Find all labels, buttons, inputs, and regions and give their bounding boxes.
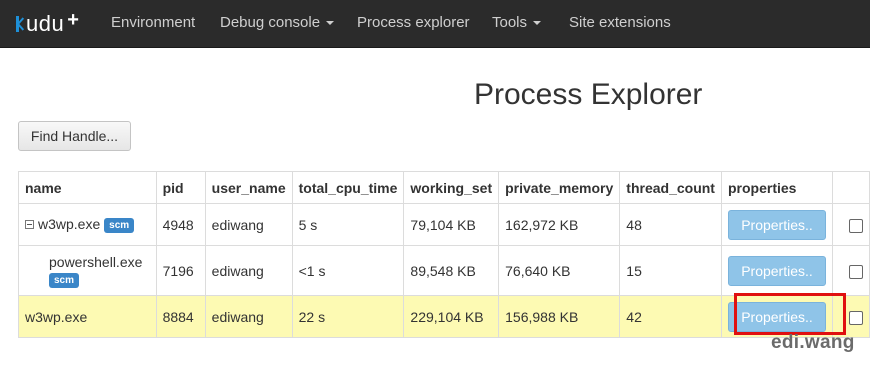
column-header-thread-count: thread_count — [619, 171, 722, 204]
select-cell — [831, 245, 870, 296]
properties-cell: Properties.. — [720, 203, 833, 246]
select-cell — [831, 203, 870, 246]
properties-button[interactable]: Properties.. — [727, 209, 826, 240]
working-set-cell: 79,104 KB — [403, 203, 500, 246]
collapse-minus-icon[interactable] — [25, 219, 34, 229]
find-handle-button[interactable]: Find Handle... — [18, 121, 131, 151]
column-header-select — [831, 171, 870, 204]
row-checkbox[interactable] — [848, 218, 863, 233]
column-header-user-name: user_name — [204, 171, 293, 204]
nav-tools-label: Tools — [492, 14, 528, 31]
working-set-cell: 89,548 KB — [403, 245, 500, 296]
pid-cell: 4948 — [155, 203, 206, 246]
table-row: w3wp.exe scm 4948 ediwang 5 s 79,104 KB … — [18, 203, 870, 246]
cpu-time-cell: <1 s — [291, 245, 405, 296]
annotation-highlight-box — [734, 293, 846, 335]
process-name: powershell.exe — [49, 253, 143, 270]
table-row: powershell.exe scm 7196 ediwang <1 s 89,… — [18, 245, 870, 296]
working-set-cell: 229,104 KB — [403, 295, 500, 338]
process-name-cell: w3wp.exe — [18, 295, 157, 338]
column-header-working-set: working_set — [403, 171, 500, 204]
process-name-cell: powershell.exe scm — [18, 245, 157, 296]
column-header-properties: properties — [720, 171, 833, 204]
top-navbar: udu + Environment Debug console Process … — [0, 0, 870, 48]
row-checkbox[interactable] — [848, 264, 863, 279]
nav-site-extensions[interactable]: Site extensions — [569, 0, 671, 46]
nav-process-explorer-label: Process explorer — [357, 14, 470, 31]
nav-environment-label: Environment — [111, 14, 196, 31]
watermark: edi.wang — [771, 332, 855, 353]
scm-badge: scm — [49, 273, 80, 289]
pid-cell: 8884 — [155, 295, 206, 338]
kudu-logo[interactable]: udu + — [16, 9, 79, 36]
thread-count-cell: 15 — [619, 245, 722, 296]
user-name-cell: ediwang — [204, 295, 293, 338]
nav-environment[interactable]: Environment — [111, 0, 195, 46]
row-checkbox[interactable] — [848, 310, 863, 325]
thread-count-cell: 42 — [619, 295, 722, 338]
thread-count-cell: 48 — [619, 203, 722, 246]
properties-cell: Properties.. — [720, 245, 833, 296]
nav-tools[interactable]: Tools — [492, 0, 542, 46]
brand-plus: + — [67, 9, 79, 31]
page-title: Process Explorer — [474, 78, 703, 111]
kudu-k-icon — [16, 15, 25, 33]
cpu-time-cell: 22 s — [291, 295, 405, 338]
cpu-time-cell: 5 s — [291, 203, 405, 246]
column-header-total-cpu-time: total_cpu_time — [291, 171, 405, 204]
caret-down-icon — [326, 21, 335, 26]
user-name-cell: ediwang — [204, 203, 293, 246]
nav-debug-console-label: Debug console — [220, 14, 321, 31]
pid-cell: 7196 — [155, 245, 206, 296]
private-memory-cell: 76,640 KB — [498, 245, 621, 296]
private-memory-cell: 156,988 KB — [498, 295, 621, 338]
private-memory-cell: 162,972 KB — [498, 203, 621, 246]
column-header-name: name — [18, 171, 157, 204]
column-header-private-memory: private_memory — [498, 171, 621, 204]
nav-process-explorer[interactable]: Process explorer — [357, 0, 470, 46]
process-name-cell: w3wp.exe scm — [18, 203, 157, 246]
properties-button[interactable]: Properties.. — [727, 255, 826, 286]
process-name: w3wp.exe — [38, 216, 101, 233]
column-header-pid: pid — [155, 171, 206, 204]
caret-down-icon — [533, 21, 542, 26]
table-header-row: name pid user_name total_cpu_time workin… — [18, 171, 870, 204]
user-name-cell: ediwang — [204, 245, 293, 296]
nav-debug-console[interactable]: Debug console — [220, 0, 335, 46]
brand-text: udu — [26, 11, 65, 36]
scm-badge: scm — [104, 217, 135, 233]
nav-site-extensions-label: Site extensions — [569, 14, 671, 31]
